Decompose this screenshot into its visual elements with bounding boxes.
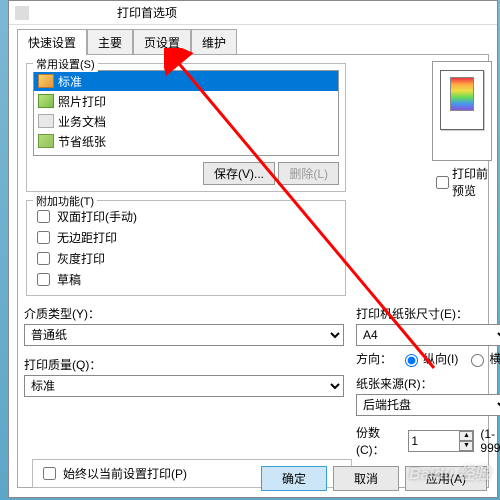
tab-quick-setup[interactable]: 快速设置 [17,29,87,55]
print-quality-select[interactable]: 标准 [24,375,344,397]
tab-maintenance[interactable]: 维护 [191,29,237,55]
duplex-checkbox[interactable] [37,210,50,223]
draft-check[interactable]: 草稿 [33,270,339,289]
preset-item-label: 节省纸张 [58,133,106,150]
media-type-label: 介质类型(Y)： [24,305,344,322]
paper-source-select[interactable]: 后端托盘 [356,394,500,416]
additional-functions-group: 附加功能(T) 双面打印(手动) 无边距打印 灰度打印 草稿 [26,200,346,296]
delete-preset-button: 删除(L) [278,162,339,185]
copies-up-button[interactable]: ▲ [459,431,473,441]
always-print-checkbox[interactable] [43,467,56,480]
tab-page-setup[interactable]: 页设置 [133,29,191,55]
borderless-check[interactable]: 无边距打印 [33,228,339,247]
window-title: 打印首选项 [117,4,177,21]
print-quality-label: 打印质量(Q)： [24,356,344,373]
titlebar: 打印首选项 [9,1,497,25]
preview-before-print-check[interactable]: 打印前预览 [432,165,492,199]
preset-photo[interactable]: 照片打印 [34,91,338,111]
tab-main[interactable]: 主要 [87,29,133,55]
preset-savepaper-icon [38,134,54,148]
media-type-select[interactable]: 普通纸 [24,324,344,346]
preset-list[interactable]: 标准 照片打印 业务文档 节省纸张 [33,70,339,156]
duplex-label: 双面打印(手动) [57,208,137,225]
preset-standard-icon [38,74,54,88]
duplex-check[interactable]: 双面打印(手动) [33,207,339,226]
print-preferences-window: 打印首选项 快速设置 主要 页设置 维护 常用设置(S) 标准 照片打印 业务文… [8,0,498,498]
draft-label: 草稿 [57,271,81,288]
printer-icon [15,6,29,20]
save-preset-button[interactable]: 保存(V)... [203,162,275,185]
paper-size-label: 打印机纸张尺寸(E)： [356,305,500,322]
preset-item-label: 标准 [58,73,82,90]
preset-business[interactable]: 业务文档 [34,111,338,131]
copies-input[interactable] [409,431,459,451]
preview-check-label: 打印前预览 [452,165,492,199]
preset-item-label: 业务文档 [58,113,106,130]
preview-area: 打印前预览 [432,61,492,199]
borderless-label: 无边距打印 [57,229,117,246]
presets-label: 常用设置(S) [33,56,98,72]
borderless-checkbox[interactable] [37,231,50,244]
preset-savepaper[interactable]: 节省纸张 [34,131,338,151]
copies-down-button[interactable]: ▼ [459,441,473,451]
draft-checkbox[interactable] [37,273,50,286]
portrait-radio[interactable]: 纵向(I) [400,350,458,367]
orientation-label: 方向： [356,350,392,367]
addfunc-label: 附加功能(T) [33,193,97,209]
preview-pane [432,61,492,161]
paper-source-label: 纸张来源(R)： [356,375,500,392]
always-print-label: 始终以当前设置打印(P) [63,465,187,482]
ok-button[interactable]: 确定 [261,466,327,491]
preset-photo-icon [38,94,54,108]
media-section: 介质类型(Y)： 普通纸 打印质量(Q)： 标准 [24,305,344,397]
landscape-radio-input[interactable] [471,354,484,367]
copies-range: (1-999 [480,427,500,455]
grayscale-checkbox[interactable] [37,252,50,265]
quick-setup-panel: 常用设置(S) 标准 照片打印 业务文档 节省纸张 [17,54,489,488]
cancel-button[interactable]: 取消 [333,466,399,491]
presets-group: 常用设置(S) 标准 照片打印 业务文档 节省纸张 [26,63,346,192]
copies-label: 份数(C)： [356,424,402,458]
preset-item-label: 照片打印 [58,93,106,110]
preview-rainbow-icon [450,77,474,111]
preview-page-icon [440,70,484,130]
landscape-label: 横 [489,350,500,367]
dialog-buttons: 确定 取消 应用(A) [261,466,487,491]
grayscale-label: 灰度打印 [57,250,105,267]
grayscale-check[interactable]: 灰度打印 [33,249,339,268]
paper-size-select[interactable]: A4 [356,324,500,346]
preview-checkbox[interactable] [436,176,449,189]
landscape-radio[interactable]: 横 [466,350,500,367]
preset-business-icon [38,114,54,128]
copies-row: 份数(C)： ▲ ▼ (1-999 [356,424,500,458]
portrait-radio-input[interactable] [405,354,418,367]
preset-standard[interactable]: 标准 [34,71,338,91]
orientation-row: 方向： 纵向(I) 横 [356,350,500,367]
tab-strip: 快速设置 主要 页设置 维护 [17,29,489,55]
paper-section: 打印机纸张尺寸(E)： A4 方向： 纵向(I) 横 纸张来源(R)： 后端托盘… [356,305,500,458]
copies-spinner[interactable]: ▲ ▼ [408,430,474,452]
apply-button[interactable]: 应用(A) [405,466,487,491]
portrait-label: 纵向(I) [423,350,458,367]
preset-buttons: 保存(V)... 删除(L) [33,162,339,185]
